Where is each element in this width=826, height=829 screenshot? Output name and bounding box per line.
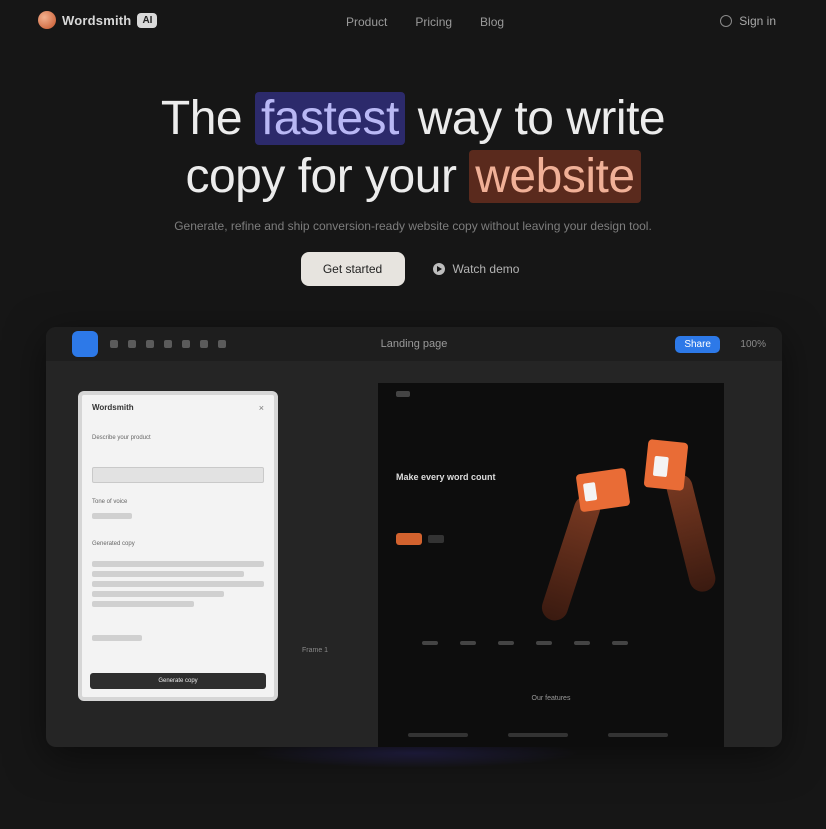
- document-title: Landing page: [380, 338, 448, 350]
- preview-logo-item: [612, 641, 628, 645]
- preview-feature-item: [608, 733, 668, 737]
- nav-links: Product Pricing Blog: [346, 15, 504, 29]
- signin-link[interactable]: Sign in: [720, 14, 776, 28]
- cta-row: Get started Watch demo: [0, 252, 826, 286]
- canvas-preview[interactable]: Make every word count Our features: [378, 383, 724, 747]
- close-icon[interactable]: ×: [259, 403, 264, 413]
- preview-headline: Make every word count: [396, 472, 496, 482]
- field-label: Describe your product: [92, 435, 151, 441]
- get-started-button[interactable]: Get started: [300, 252, 405, 286]
- panel-title: Wordsmith: [92, 403, 134, 412]
- product-description-input[interactable]: [92, 467, 264, 483]
- hero-title-pre: The: [160, 92, 243, 145]
- tone-select[interactable]: [92, 513, 132, 519]
- output-label: Generated copy: [92, 541, 135, 547]
- watch-demo-label: Watch demo: [452, 262, 520, 276]
- preview-card-image: [643, 439, 689, 491]
- option-row: [92, 635, 142, 641]
- preview-feature-row: [408, 733, 668, 737]
- preview-cta: [396, 533, 422, 545]
- preview-logo-strip: [422, 641, 628, 645]
- tone-label: Tone of voice: [92, 499, 128, 505]
- hero-subtitle: Generate, refine and ship conversion-rea…: [174, 219, 652, 233]
- preview-feature-item: [408, 733, 468, 737]
- output-line: [92, 561, 264, 567]
- window-toolbar: Landing page Share 100%: [46, 327, 782, 361]
- brand-badge: AI: [137, 12, 158, 28]
- output-line: [92, 571, 244, 577]
- output-line: [92, 591, 224, 597]
- signin-label: Sign in: [739, 14, 776, 28]
- hero-title-line-1: The fastest way to write: [0, 90, 826, 148]
- hero: The fastest way to write copy for your w…: [0, 90, 826, 206]
- share-button[interactable]: Share: [675, 336, 720, 353]
- zoom-level[interactable]: 100%: [740, 339, 766, 350]
- preview-arm-image: [538, 492, 604, 624]
- preview-logo-item: [422, 641, 438, 645]
- preview-logo-item: [498, 641, 514, 645]
- preview-logo: [396, 391, 410, 397]
- preview-subtext: [396, 505, 536, 515]
- app-window: Landing page Share 100% Wordsmith × Desc…: [46, 327, 782, 747]
- top-nav: Wordsmith AI Product Pricing Blog Sign i…: [0, 0, 826, 46]
- nav-link-pricing[interactable]: Pricing: [415, 15, 452, 29]
- preview-feature-item: [508, 733, 568, 737]
- output-line: [92, 601, 194, 607]
- preview-section-title: Our features: [531, 695, 571, 702]
- nav-link-blog[interactable]: Blog: [480, 15, 504, 29]
- preview-logo-item: [536, 641, 552, 645]
- preview-logo-item: [574, 641, 590, 645]
- preview-card-image: [575, 467, 631, 513]
- brand-logo[interactable]: Wordsmith AI: [38, 11, 158, 29]
- nav-link-product[interactable]: Product: [346, 15, 387, 29]
- preview-arm-image: [663, 471, 719, 595]
- output-line: [92, 581, 264, 587]
- frame-label: Frame 1: [302, 647, 329, 654]
- brand-name: Wordsmith: [62, 12, 132, 28]
- hero-title-mid: way to write: [417, 92, 666, 145]
- generate-copy-button[interactable]: Generate copy: [90, 673, 266, 689]
- hero-highlight-fastest: fastest: [254, 92, 405, 145]
- hero-highlight-website: website: [469, 150, 641, 203]
- plugin-panel: Wordsmith × Describe your product Tone o…: [78, 391, 278, 701]
- preview-secondary-cta: [428, 535, 444, 543]
- hero-title-line2-pre: copy for your: [185, 150, 457, 203]
- play-icon: [432, 263, 445, 275]
- watch-demo-button[interactable]: Watch demo: [427, 261, 526, 277]
- globe-icon: [720, 15, 733, 27]
- hero-title-line-2: copy for your website: [0, 148, 826, 206]
- logo-mark-icon: [38, 11, 56, 29]
- preview-logo-item: [460, 641, 476, 645]
